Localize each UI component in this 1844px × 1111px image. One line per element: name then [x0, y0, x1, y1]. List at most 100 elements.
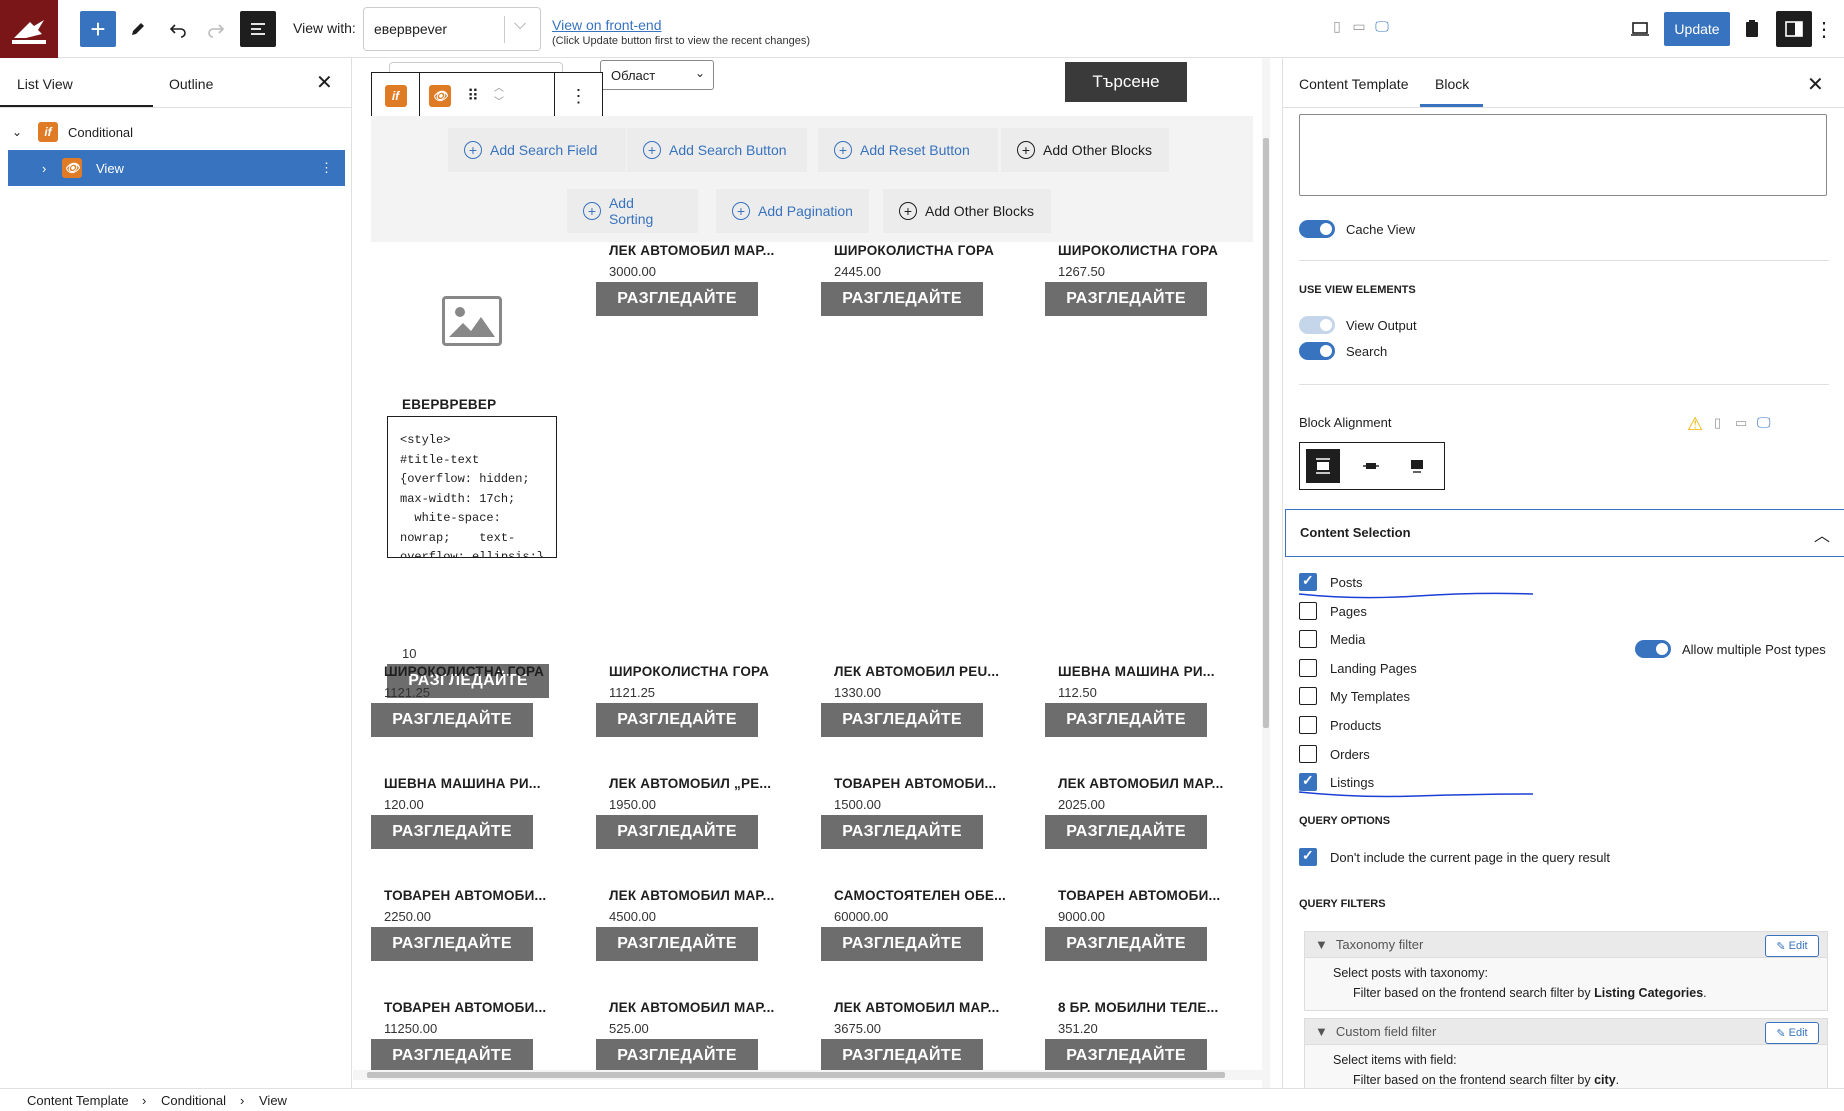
- add-other-blocks-button[interactable]: + Add Other Blocks: [883, 189, 1051, 233]
- view-with-select[interactable]: еверврever ⌵: [363, 7, 541, 51]
- align-none-button[interactable]: [1306, 449, 1340, 483]
- parent-block-button[interactable]: if: [372, 73, 420, 119]
- block-options-button[interactable]: ⋮: [554, 73, 602, 119]
- desktop-preview-icon[interactable]: 🖵: [1373, 18, 1391, 38]
- view-details-button[interactable]: РАЗГЛЕДАЙТЕ: [371, 927, 533, 961]
- view-details-button[interactable]: РАЗГЛЕДАЙТЕ: [596, 1039, 758, 1073]
- view-details-button[interactable]: РАЗГЛЕДАЙТЕ: [821, 927, 983, 961]
- add-other-blocks-button[interactable]: + Add Other Blocks: [1001, 128, 1169, 172]
- plus-circle-icon: +: [643, 141, 661, 159]
- mobile-preview-icon[interactable]: ▯: [1714, 415, 1721, 431]
- chevron-up-icon[interactable]: ︿: [494, 82, 504, 96]
- view-details-button[interactable]: РАЗГЛЕДАЙТЕ: [371, 815, 533, 849]
- view-details-button[interactable]: РАЗГЛЕДАЙТЕ: [596, 815, 758, 849]
- add-search-button[interactable]: + Add Search Button: [627, 128, 807, 172]
- align-wide-button[interactable]: [1354, 449, 1388, 483]
- scrollbar-thumb[interactable]: [1263, 138, 1269, 728]
- chevron-down-icon[interactable]: ﹀: [494, 96, 504, 110]
- chevron-down-icon[interactable]: ⌄: [12, 125, 32, 139]
- add-reset-button[interactable]: + Add Reset Button: [818, 128, 998, 172]
- vertical-scrollbar[interactable]: [1262, 58, 1270, 1088]
- view-on-frontend-link[interactable]: View on front-end: [552, 17, 661, 33]
- move-arrows[interactable]: ︿ ﹀: [486, 73, 512, 119]
- tab-outline[interactable]: Outline: [169, 76, 213, 92]
- close-icon[interactable]: ✕: [1807, 72, 1824, 97]
- close-icon[interactable]: ✕: [316, 70, 333, 95]
- post-type-checkbox[interactable]: [1299, 687, 1317, 706]
- view-details-button[interactable]: РАЗГЛЕДАЙТЕ: [1045, 815, 1207, 849]
- tab-block[interactable]: Block: [1435, 76, 1469, 92]
- tab-content-template[interactable]: Content Template: [1299, 76, 1408, 92]
- edit-custom-field-filter-button[interactable]: ✎ Edit: [1765, 1022, 1819, 1044]
- tablet-preview-icon[interactable]: ▭: [1350, 18, 1368, 38]
- add-search-field-button[interactable]: + Add Search Field: [448, 128, 626, 172]
- view-details-button[interactable]: РАЗГЛЕДАЙТЕ: [371, 1039, 533, 1073]
- view-details-button[interactable]: РАЗГЛЕДАЙТЕ: [596, 927, 758, 961]
- card-price: 2445.00: [834, 264, 881, 279]
- drag-handle-icon[interactable]: ⠿: [460, 73, 486, 119]
- view-output-toggle[interactable]: [1299, 316, 1335, 334]
- edit-tools-button[interactable]: [120, 11, 156, 47]
- edit-taxonomy-filter-button[interactable]: ✎ Edit: [1765, 935, 1819, 957]
- preview-button[interactable]: [1622, 11, 1658, 47]
- allow-multiple-post-types-toggle[interactable]: [1635, 640, 1671, 658]
- add-sorting-button[interactable]: + Add Sorting: [567, 189, 698, 233]
- breadcrumb-item[interactable]: View: [259, 1093, 287, 1108]
- block-type-button[interactable]: 👁: [420, 73, 460, 119]
- post-type-checkbox[interactable]: [1299, 744, 1317, 763]
- mobile-preview-icon[interactable]: ▯: [1328, 18, 1346, 38]
- frontend-search-button[interactable]: Търсене: [1065, 62, 1187, 102]
- view-details-button[interactable]: РАЗГЛЕДАЙТЕ: [821, 282, 983, 316]
- post-type-checkbox[interactable]: [1299, 716, 1317, 734]
- tab-list-view[interactable]: List View: [17, 76, 73, 92]
- undo-button[interactable]: [160, 11, 196, 47]
- tree-item-conditional[interactable]: ⌄ if Conditional: [8, 114, 345, 150]
- chevron-down-icon: ⌵: [514, 16, 527, 33]
- horizontal-scrollbar[interactable]: [353, 1070, 1270, 1080]
- breadcrumb-item[interactable]: Content Template: [27, 1093, 129, 1108]
- desktop-preview-icon[interactable]: 🖵: [1757, 414, 1771, 431]
- view-details-button[interactable]: РАЗГЛЕДАЙТЕ: [596, 703, 758, 737]
- redo-button[interactable]: [198, 11, 234, 47]
- dont-include-current-page-checkbox[interactable]: [1299, 847, 1317, 866]
- view-details-button[interactable]: РАЗГЛЕДАЙТЕ: [1045, 927, 1207, 961]
- document-overview-button[interactable]: [240, 11, 276, 47]
- breadcrumb-item[interactable]: Conditional: [161, 1093, 226, 1108]
- post-type-checkbox[interactable]: [1299, 630, 1317, 649]
- add-pagination-button[interactable]: + Add Pagination: [716, 189, 869, 233]
- more-vertical-icon[interactable]: ⋮: [320, 160, 333, 176]
- view-details-button[interactable]: РАЗГЛЕДАЙТЕ: [821, 815, 983, 849]
- search-toggle[interactable]: [1299, 342, 1335, 360]
- plugin-button[interactable]: [1734, 11, 1770, 47]
- scrollbar-thumb[interactable]: [367, 1072, 1225, 1078]
- block-alignment-label: Block Alignment: [1299, 415, 1392, 430]
- view-details-button[interactable]: РАЗГЛЕДАЙТЕ: [596, 282, 758, 316]
- view-details-button[interactable]: РАЗГЛЕДАЙТЕ: [821, 703, 983, 737]
- content-selection-panel-header[interactable]: Content Selection ︿: [1285, 509, 1844, 557]
- settings-sidebar-button[interactable]: [1776, 11, 1812, 47]
- region-select[interactable]: Област ⌄: [600, 60, 714, 90]
- options-menu-button[interactable]: ⋮: [1812, 11, 1836, 47]
- add-block-button[interactable]: +: [80, 11, 116, 47]
- update-button[interactable]: Update: [1664, 12, 1730, 46]
- custom-html-code-box[interactable]: <style> #title-text {overflow: hidden; m…: [387, 416, 557, 558]
- align-full-button[interactable]: [1400, 449, 1434, 483]
- align-none-icon: [1316, 458, 1330, 474]
- post-type-checkbox[interactable]: [1299, 601, 1317, 620]
- tree-item-view[interactable]: › 👁 View ⋮: [8, 150, 345, 186]
- cache-view-toggle[interactable]: [1299, 220, 1335, 238]
- plus-circle-icon: +: [732, 202, 750, 220]
- textarea-field[interactable]: [1299, 114, 1827, 196]
- view-block-icon: 👁: [62, 158, 82, 178]
- chevron-right-icon[interactable]: ›: [42, 161, 62, 176]
- site-logo[interactable]: [0, 0, 58, 58]
- view-details-button[interactable]: РАЗГЛЕДАЙТЕ: [371, 703, 533, 737]
- card-title: ТОВАРЕН АВТОМОБИ...: [384, 1000, 547, 1015]
- tablet-preview-icon[interactable]: ▭: [1735, 415, 1747, 431]
- pencil-icon: [132, 23, 144, 35]
- view-details-button[interactable]: РАЗГЛЕДАЙТЕ: [1045, 703, 1207, 737]
- view-details-button[interactable]: РАЗГЛЕДАЙТЕ: [1045, 282, 1207, 316]
- post-type-checkbox[interactable]: [1299, 658, 1317, 677]
- view-details-button[interactable]: РАЗГЛЕДАЙТЕ: [821, 1039, 983, 1073]
- view-details-button[interactable]: РАЗГЛЕДАЙТЕ: [1045, 1039, 1207, 1073]
